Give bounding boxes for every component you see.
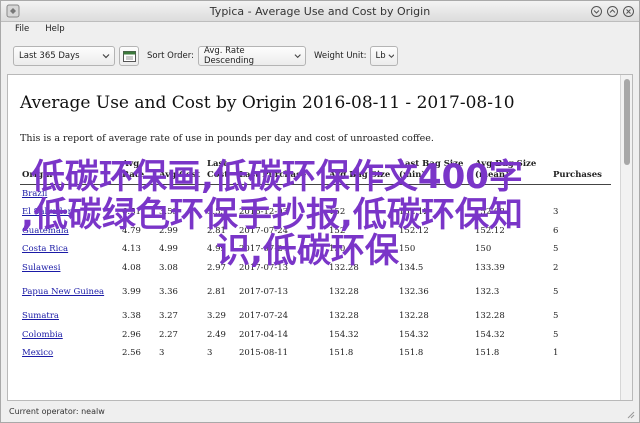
cell-avg-bag-size: 132.28 [329, 311, 359, 322]
cell-last-purchase: 2017-07-13 [239, 287, 289, 297]
maximize-button[interactable] [606, 5, 619, 18]
cell-avg-bag-size: 132.28 [329, 287, 359, 297]
cell-purchases [551, 185, 611, 204]
cell-origin[interactable]: Papua New Guinea [20, 277, 120, 307]
sort-order-label: Sort Order: [147, 51, 194, 61]
resize-grip-icon[interactable] [625, 409, 635, 419]
cell-purchases: 5 [553, 244, 559, 255]
status-text: Current operator: nealw [9, 407, 105, 416]
cell-mean-bag-size: 132.3 [475, 287, 500, 297]
menu-file[interactable]: File [7, 22, 37, 38]
cell-avg-rate: 4.13 [122, 244, 141, 255]
weight-unit-label: Weight Unit: [314, 51, 367, 61]
cell-purchases: 1 [553, 348, 559, 359]
cell-avg-cost: 3.27 [159, 311, 178, 322]
chevron-down-icon [294, 54, 301, 59]
header-purchases: Purchases [551, 159, 611, 185]
cell-last-cost: 2.81 [207, 287, 226, 297]
title-bar: Typica - Average Use and Cost by Origin [1, 1, 639, 22]
calendar-icon [122, 51, 136, 62]
cell-origin[interactable]: Costa Rica [20, 240, 120, 259]
maximize-icon [607, 6, 618, 17]
cell-mean-bag-size: 154.32 [475, 329, 505, 340]
cell-avg-cost: 3 [159, 348, 165, 359]
table-row: Papua New Guinea 3.99 3.36 2.81 2017-07-13 13… [20, 277, 611, 307]
overlay-text-line-2: ,低碳绿色环保手抄报,低碳环保知 [21, 195, 523, 235]
report-title: Average Use and Cost by Origin 2016-08-1… [20, 93, 515, 113]
cell-origin[interactable]: Mexico [20, 344, 120, 363]
cell-purchases: 5 [553, 329, 559, 340]
cell-avg-rate: 4.08 [122, 262, 141, 273]
window-title: Typica - Average Use and Cost by Origin [209, 5, 431, 18]
app-window: Typica - Average Use and Cost by Origin … [0, 0, 640, 423]
cell-avg-rate: 3.99 [122, 287, 141, 297]
cell-purchases: 5 [553, 287, 559, 297]
cell-last-bag-size: 150 [399, 244, 416, 255]
table-row: Colombia 2.96 2.27 2.49 2017-04-14 154.32 154.… [20, 326, 611, 345]
cell-avg-rate: 2.96 [122, 329, 141, 340]
menu-bar: File Help [1, 22, 639, 38]
cell-purchases: 5 [553, 311, 559, 322]
cell-mean-bag-size: 132.28 [475, 311, 505, 322]
cell-mean-bag-size: 150 [475, 244, 492, 255]
minimize-icon [591, 6, 602, 17]
sort-order-value: Avg. Rate Descending [204, 46, 255, 66]
date-range-select[interactable]: Last 365 Days [13, 46, 115, 66]
minimize-button[interactable] [590, 5, 603, 18]
weight-unit-value: Lb [375, 51, 386, 61]
cell-last-purchase: 2015-08-11 [239, 348, 289, 359]
cell-last-bag-size: 134.5 [399, 262, 424, 273]
cell-origin[interactable]: Sumatra [20, 307, 120, 326]
cell-purchases: 2 [553, 262, 559, 273]
report-description: This is a report of average rate of use … [20, 133, 434, 144]
chevron-down-icon [102, 54, 110, 59]
vertical-scrollbar[interactable] [620, 75, 632, 400]
toolbar: Last 365 Days Sort Order: Avg. Rate Desc… [1, 42, 639, 70]
cell-purchases: 3 [553, 207, 559, 218]
calendar-button[interactable] [119, 46, 139, 66]
date-range-value: Last 365 Days [19, 51, 80, 61]
cell-avg-bag-size: 151.8 [329, 348, 354, 359]
cell-avg-cost: 2.27 [159, 329, 178, 340]
cell-avg-cost: 4.99 [159, 244, 178, 255]
cell-last-purchase: 2017-07-24 [239, 311, 289, 322]
cell-last-cost: 3 [207, 348, 213, 359]
cell-origin[interactable]: Colombia [20, 326, 120, 345]
cell-avg-cost: 3.36 [159, 287, 178, 297]
cell-last-bag-size: 132.36 [399, 287, 429, 297]
scrollbar-thumb[interactable] [624, 79, 630, 165]
cell-purchases: 6 [553, 225, 559, 236]
menu-help[interactable]: Help [37, 22, 72, 38]
cell-avg-cost: 3.08 [159, 262, 178, 273]
close-icon [623, 6, 634, 17]
cell-last-bag-size: 151.8 [399, 348, 424, 359]
cell-last-cost: 3.29 [207, 311, 226, 322]
sort-order-select[interactable]: Avg. Rate Descending [198, 46, 306, 66]
cell-avg-rate: 2.56 [122, 348, 141, 359]
cell-avg-rate: 3.38 [122, 311, 141, 322]
chevron-down-icon [388, 54, 394, 59]
cell-origin[interactable]: Sulawesi [20, 259, 120, 278]
cell-mean-bag-size: 151.8 [475, 348, 500, 359]
cell-last-bag-size: 132.28 [399, 311, 429, 322]
cell-avg-bag-size: 154.32 [329, 329, 359, 340]
cell-last-cost: 2.49 [207, 329, 226, 340]
cell-mean-bag-size: 133.39 [475, 262, 505, 273]
table-row: Mexico 2.56 3 3 2015-08-11 151.8 151.8 151.8 1 [20, 344, 611, 363]
overlay-text-line-1: 低碳环保画,低碳环保作文400字 [31, 157, 523, 197]
close-button[interactable] [622, 5, 635, 18]
weight-unit-select[interactable]: Lb [370, 46, 399, 66]
overlay-text-line-3: 识,低碳环保 [216, 231, 399, 271]
table-row: Sumatra 3.38 3.27 3.29 2017-07-24 132.28 132.2… [20, 307, 611, 326]
cell-last-bag-size: 154.32 [399, 329, 429, 340]
status-bar: Current operator: nealw [1, 402, 639, 422]
cell-last-purchase: 2017-04-14 [239, 329, 289, 340]
